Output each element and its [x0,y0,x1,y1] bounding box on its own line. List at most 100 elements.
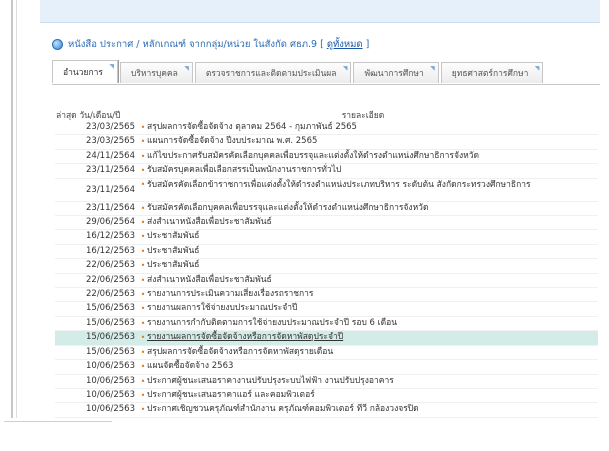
rss-icon: ◥ [430,65,435,72]
rss-icon: ◥ [534,65,540,72]
tab-personnel[interactable]: บริหารบุคคล ◥ [119,62,193,83]
row-link[interactable]: ประชาสัมพันธ์ [147,230,598,243]
bullet-icon: • [140,275,146,285]
bullet-icon: • [140,347,146,357]
row-link[interactable]: รายงานการประเมินความเสี่ยงเรื่องรถราชการ [147,288,598,301]
bullet-icon: • [140,246,146,256]
row-link[interactable]: รับสมัครคัดเลือกข้าราชการเพื่อแต่งตั้งให… [147,180,598,200]
bullet-icon: • [140,362,146,372]
column-header-detail: รายละเอียด [341,111,385,121]
rss-icon: ◥ [109,63,114,70]
table-row[interactable]: 10/06/2563 • ประกาศผู้ชนะเสนอราคาแอร์ และค… [55,389,598,404]
bottom-divider [4,421,112,422]
table-row[interactable]: 23/11/2564 • รับสมัครคัดเลือกข้าราชการเพื่… [55,179,598,202]
row-date: 16/12/2563 [86,231,135,242]
row-date: 23/11/2564 [86,184,135,195]
table-row[interactable]: 23/11/2564 • รับสมัครคัดเลือกบุคคลเพื่อบรร… [55,202,598,217]
row-link[interactable]: รายงานผลการจัดซื้อจัดจ้างหรือการจัดหาพัส… [147,331,598,344]
row-date: 29/06/2564 [86,217,135,228]
tab-education-development[interactable]: พัฒนาการศึกษา ◥ [353,62,439,83]
row-date: 15/06/2563 [86,332,135,343]
row-link[interactable]: สรุปผลการจัดซื้อจัดจ้าง ตุลาคม 2564 - กุ… [147,121,598,134]
row-date: 23/11/2564 [86,202,135,213]
table-row[interactable]: 15/06/2563 • รายงานการกำกับติดตามการใช้จ่า… [55,317,598,332]
bullet-icon: • [140,304,146,314]
bullet-icon: • [140,218,146,228]
panel-title-close: ] [365,38,370,50]
row-link[interactable]: รายงานผลการใช้จ่ายงบประมาณประจำปี [147,302,598,315]
row-link[interactable]: แก้ไขประกาศรับสมัครคัดเลือกบุคคลเพื่อบรร… [147,150,598,163]
globe-icon [52,38,63,50]
table-row[interactable]: 23/03/2565 • แผนการจัดซื้อจัดจ้าง ปีงบประม… [55,135,598,150]
top-banner-bar [40,0,600,23]
row-link[interactable]: แผนการจัดซื้อจัดจ้าง ปีงบประมาณ พ.ศ. 256… [147,135,598,148]
bullet-icon: • [140,290,146,300]
tab-label: พัฒนาการศึกษา [364,69,424,79]
row-date: 24/11/2564 [86,150,135,161]
row-link[interactable]: รับสมัครคัดเลือกบุคคลเพื่อบรรจุและแต่งตั… [147,202,598,215]
row-link[interactable]: ประชาสัมพันธ์ [147,245,598,258]
row-date: 10/06/2563 [86,404,135,415]
row-date: 23/03/2565 [86,136,135,147]
table-row[interactable]: 22/06/2563 • รายงานการประเมินความเสี่ยงเรื… [55,288,598,303]
view-all-link[interactable]: ดูทั้งหมด [327,37,363,52]
table-row[interactable]: 16/12/2563 • ประชาสัมพันธ์ [55,245,598,260]
table-row[interactable]: 15/06/2563 • สรุปผลการจัดซื้อจัดจ้างหรือกา… [55,346,598,361]
bullet-icon: • [140,376,146,386]
table-row[interactable]: 15/06/2563 • รายงานผลการใช้จ่ายงบประมาณประ… [55,302,598,317]
row-date: 15/06/2563 [86,303,135,314]
row-date: 22/06/2563 [86,260,135,271]
row-date: 10/06/2563 [86,389,135,400]
table-row[interactable]: 10/06/2563 • ประกาศผู้ชนะเสนอราคางานปรับปร… [55,375,598,389]
row-date: 23/03/2565 [86,122,135,132]
left-border [11,0,13,418]
tab-administration[interactable]: อำนวยการ ◥ [52,60,118,83]
announcement-list: 23/03/2565 • สรุปผลการจัดซื้อจัดจ้าง ตุลาค… [55,121,598,418]
table-row[interactable]: 29/06/2564 • ส่งสำเนาหนังสือเพื่อประชาสัมพ… [55,216,598,231]
tab-label: บริหารบุคคล [130,69,178,79]
row-date: 15/06/2563 [86,317,135,328]
row-link[interactable]: ประกาศเชิญชวนครุภัณฑ์สำนักงาน ครุภัณฑ์คอ… [147,403,598,416]
row-link[interactable]: แผนจัดซื้อจัดจ้าง 2563 [147,360,598,373]
table-row-highlighted[interactable]: 15/06/2563 • รายงานผลการจัดซื้อจัดจ้างหรือ… [55,331,598,346]
rss-icon: ◥ [184,65,189,72]
row-date: 15/06/2563 [86,346,135,357]
row-date: 10/06/2563 [86,361,135,372]
row-link[interactable]: ประกาศผู้ชนะเสนอราคางานปรับปรุงระบบไฟฟ้า… [147,375,598,388]
bullet-icon: • [140,405,146,415]
bullet-icon: • [140,166,146,176]
column-header-date: ล่าสุด วัน/เดือน/ปี [56,111,121,121]
bullet-icon: • [140,137,146,147]
row-date: 23/11/2564 [86,165,135,176]
row-link[interactable]: ส่งสำเนาหนังสือเพื่อประชาสัมพันธ์ [147,274,598,287]
tab-education-strategy[interactable]: ยุทธศาสตร์การศึกษา ◥ [440,62,544,83]
row-link[interactable]: ประชาสัมพันธ์ [147,259,598,272]
table-row[interactable]: 22/06/2563 • ส่งสำเนาหนังสือเพื่อประชาสัมพ… [55,274,598,289]
bullet-icon: • [140,123,146,132]
table-row[interactable]: 23/03/2565 • สรุปผลการจัดซื้อจัดจ้าง ตุลาค… [55,121,598,136]
row-link[interactable]: ส่งสำเนาหนังสือเพื่อประชาสัมพันธ์ [147,216,598,229]
table-row[interactable]: 23/11/2564 • รับสมัครบุคคลเพื่อเลือกสรรเป็… [55,164,598,179]
row-link[interactable]: รับสมัครบุคคลเพื่อเลือกสรรเป็นพนักงานราช… [147,164,598,177]
tab-label: ยุทธศาสตร์การศึกษา [451,69,529,79]
table-header: ล่าสุด วัน/เดือน/ปี รายละเอียด [56,108,596,121]
table-row[interactable]: 10/06/2563 • ประกาศเชิญชวนครุภัณฑ์สำนักงาน… [55,403,598,418]
bullet-icon: • [140,151,146,161]
table-row[interactable]: 22/06/2563 • ประชาสัมพันธ์ [55,259,598,274]
bullet-icon: • [140,318,146,328]
table-row[interactable]: 24/11/2564 • แก้ไขประกาศรับสมัครคัดเลือกบุ… [55,150,598,165]
rss-icon: ◥ [342,65,348,72]
row-link[interactable]: รายงานการกำกับติดตามการใช้จ่ายงบประมาณปร… [147,317,598,330]
tab-inspection[interactable]: ตรวจราชการและติดตามประเมินผล ◥ [194,62,352,83]
tab-label: ตรวจราชการและติดตามประเมินผล [205,69,337,79]
bullet-icon: • [140,261,146,271]
panel-title: หนังสือ ประกาศ / หลักเกณฑ์ จากกลุ่ม/หน่ว… [68,38,324,50]
row-link[interactable]: สรุปผลการจัดซื้อจัดจ้างหรือการจัดหาพัสดุ… [147,346,598,359]
panel-header: หนังสือ ประกาศ / หลักเกณฑ์ จากกลุ่ม/หน่ว… [52,34,369,54]
row-link[interactable]: ประกาศผู้ชนะเสนอราคาแอร์ และคอมพิวเตอร์ [147,389,598,402]
tab-label: อำนวยการ [63,68,103,78]
row-date: 16/12/2563 [86,245,135,256]
row-date: 22/06/2563 [86,289,135,300]
table-row[interactable]: 10/06/2563 • แผนจัดซื้อจัดจ้าง 2563 [55,360,598,375]
table-row[interactable]: 16/12/2563 • ประชาสัมพันธ์ [55,230,598,245]
